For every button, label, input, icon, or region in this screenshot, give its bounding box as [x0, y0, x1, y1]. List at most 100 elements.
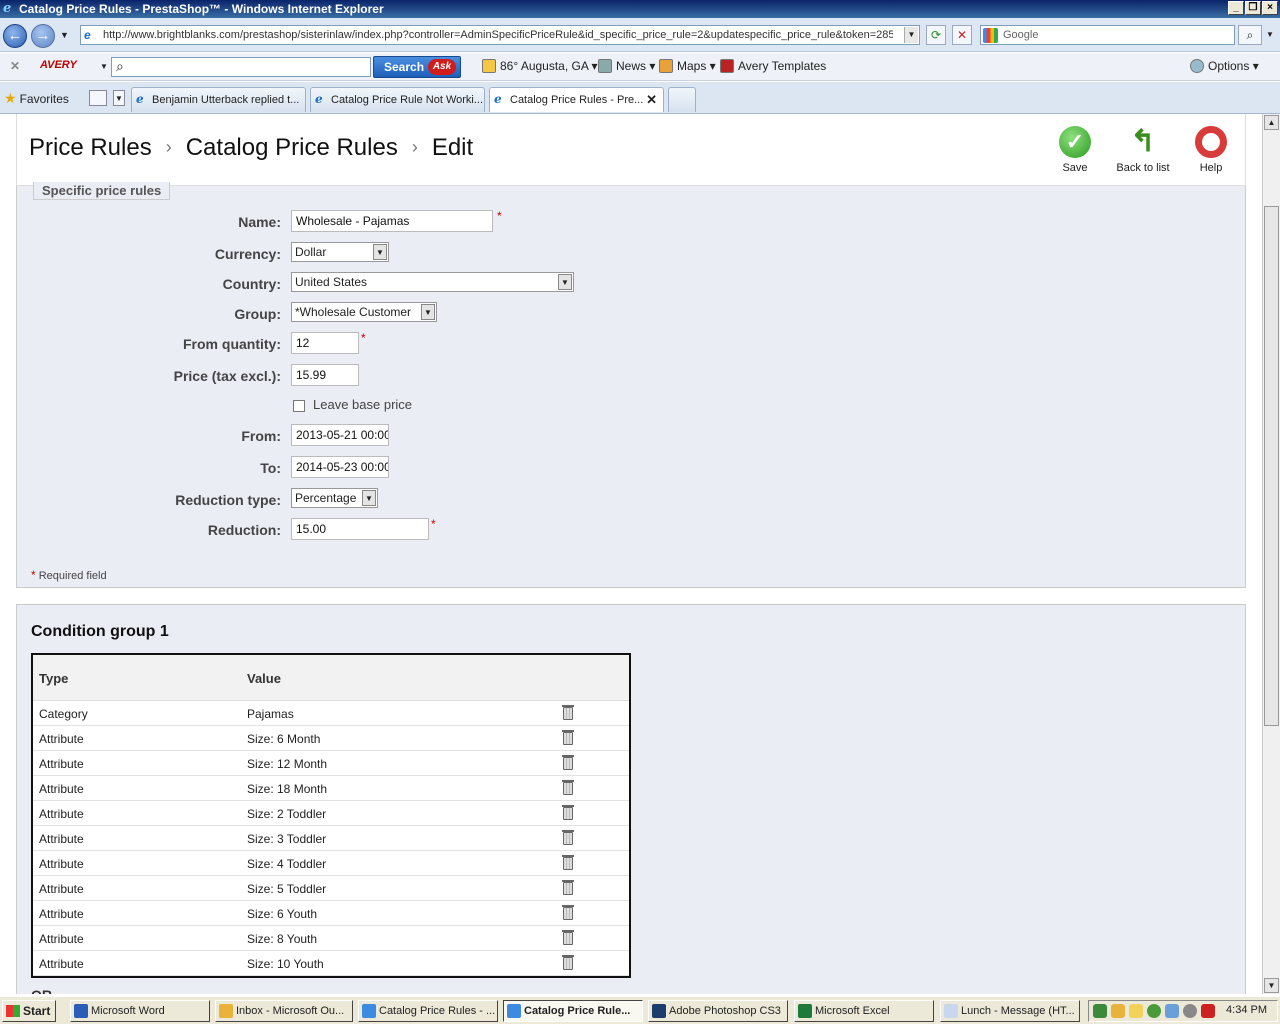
- favorites-button[interactable]: ★ Favorites: [4, 90, 69, 107]
- reduction-label: Reduction:: [207, 522, 281, 538]
- maps-button[interactable]: Maps ▾: [659, 59, 716, 73]
- group-select[interactable]: *Wholesale Customer ▼: [291, 302, 437, 322]
- price-field[interactable]: 15.99: [291, 364, 359, 386]
- trash-icon[interactable]: [562, 780, 574, 795]
- avery-logo[interactable]: AVERY: [40, 59, 77, 71]
- required-marker: *: [361, 331, 366, 345]
- tab-catalog-price-rules[interactable]: e Catalog Price Rules - Pre... ✕: [489, 87, 664, 112]
- weather-label: 86° Augusta, GA: [500, 59, 589, 73]
- weather-button[interactable]: 86° Augusta, GA ▾: [482, 59, 598, 73]
- trash-icon[interactable]: [562, 880, 574, 895]
- quick-tabs-icon[interactable]: [89, 90, 107, 106]
- tab-list-dropdown-icon[interactable]: ▼: [113, 90, 125, 106]
- currency-select[interactable]: Dollar ▼: [291, 242, 389, 262]
- address-input[interactable]: e http://www.brightblanks.com/prestashop…: [80, 25, 920, 45]
- address-dropdown-icon[interactable]: ▼: [904, 27, 918, 43]
- tab-label: Benjamin Utterback replied t...: [152, 94, 300, 106]
- page-ie-icon: e: [84, 28, 91, 42]
- trash-icon[interactable]: [562, 805, 574, 820]
- trash-icon[interactable]: [562, 830, 574, 845]
- minimize-button[interactable]: _: [1228, 1, 1244, 15]
- from-date-field[interactable]: 2013-05-21 00:00:00: [291, 424, 389, 446]
- tray-sync-icon[interactable]: [1165, 1004, 1179, 1018]
- checkmark-icon: ✓: [1059, 126, 1091, 158]
- reduction-field[interactable]: 15.00: [291, 518, 429, 540]
- page-content: Price Rules › Catalog Price Rules › Edit ✓ S…: [0, 114, 1262, 994]
- task-ie-catalog-rules[interactable]: Catalog Price Rules - ...: [358, 1000, 498, 1022]
- web-search-input[interactable]: Google: [980, 25, 1235, 45]
- tray-network-icon[interactable]: [1093, 1004, 1107, 1018]
- task-photoshop[interactable]: Adobe Photoshop CS3: [648, 1000, 788, 1022]
- tab-ie-icon: e: [136, 92, 144, 106]
- vertical-scrollbar[interactable]: ▲ ▼: [1262, 114, 1280, 994]
- trash-icon[interactable]: [562, 855, 574, 870]
- tray-chrome-icon[interactable]: [1147, 1004, 1161, 1018]
- start-button[interactable]: Start: [2, 1000, 56, 1022]
- task-label: Lunch - Message (HT...: [961, 1005, 1075, 1017]
- options-button[interactable]: Options ▾: [1190, 59, 1259, 73]
- back-to-list-button[interactable]: ↰ Back to list: [1113, 126, 1173, 175]
- leave-base-price-checkbox[interactable]: [293, 400, 305, 412]
- maximize-button[interactable]: ❐: [1245, 1, 1261, 15]
- stop-icon[interactable]: ✕: [952, 25, 972, 45]
- tab-benjamin[interactable]: e Benjamin Utterback replied t...: [131, 87, 306, 112]
- scroll-down-icon[interactable]: ▼: [1264, 978, 1279, 993]
- task-lunch-message[interactable]: Lunch - Message (HT...: [940, 1000, 1080, 1022]
- close-tab-icon[interactable]: ✕: [646, 88, 657, 112]
- reduction-row: Reduction: 15.00 *: [17, 517, 1017, 542]
- back-button[interactable]: ←: [3, 24, 27, 48]
- trash-icon[interactable]: [562, 755, 574, 770]
- tray-volume-icon[interactable]: [1183, 1004, 1197, 1018]
- address-toolbar: ← → ▼ e http://www.brightblanks.com/pres…: [0, 18, 1280, 52]
- tray-outlook-icon[interactable]: [1111, 1004, 1125, 1018]
- scroll-up-icon[interactable]: ▲: [1264, 115, 1279, 130]
- tray-adobe-icon[interactable]: [1201, 1004, 1215, 1018]
- to-date-field[interactable]: 2014-05-23 00:00:00: [291, 456, 389, 478]
- to-date-label: To:: [260, 460, 281, 476]
- close-window-button[interactable]: ×: [1262, 1, 1278, 15]
- reduction-type-select[interactable]: Percentage ▼: [291, 488, 378, 508]
- from-quantity-field[interactable]: 12: [291, 332, 359, 354]
- ask-search-button[interactable]: Search Ask: [373, 56, 461, 78]
- new-tab-button[interactable]: [668, 87, 696, 112]
- breadcrumb-catalog-price-rules[interactable]: Catalog Price Rules: [186, 134, 398, 161]
- table-row: Attribute Size: 8 Youth: [33, 926, 629, 951]
- breadcrumb-price-rules[interactable]: Price Rules: [29, 134, 152, 161]
- help-button[interactable]: Help: [1191, 126, 1231, 174]
- trash-icon[interactable]: [562, 905, 574, 920]
- name-field[interactable]: Wholesale - Pajamas: [291, 210, 493, 232]
- search-options-icon[interactable]: ▼: [1266, 30, 1274, 39]
- avery-templates-button[interactable]: Avery Templates: [720, 59, 826, 73]
- forward-button[interactable]: →: [31, 24, 55, 48]
- news-button[interactable]: News ▾: [598, 59, 655, 73]
- trash-icon[interactable]: [562, 705, 574, 720]
- to-date-row: To: 2014-05-23 00:00:00: [17, 456, 1017, 480]
- refresh-icon[interactable]: ⟳: [926, 25, 946, 45]
- task-microsoft-word[interactable]: Microsoft Word: [70, 1000, 210, 1022]
- task-microsoft-excel[interactable]: Microsoft Excel: [794, 1000, 934, 1022]
- url-text: http://www.brightblanks.com/prestashop/s…: [103, 29, 893, 41]
- google-icon: [983, 28, 998, 43]
- trash-icon[interactable]: [562, 955, 574, 970]
- scroll-thumb[interactable]: [1264, 206, 1279, 726]
- task-ie-catalog-rule-active[interactable]: Catalog Price Rule...: [503, 1000, 643, 1022]
- country-select[interactable]: United States ▼: [291, 272, 574, 292]
- task-outlook-inbox[interactable]: Inbox - Microsoft Ou...: [215, 1000, 353, 1022]
- avery-dropdown-icon[interactable]: ▼: [100, 62, 108, 71]
- task-label: Microsoft Word: [91, 1005, 165, 1017]
- toolbar-close-icon[interactable]: ✕: [10, 59, 20, 73]
- save-button[interactable]: ✓ Save: [1053, 126, 1097, 174]
- trash-icon[interactable]: [562, 730, 574, 745]
- table-row: Attribute Size: 6 Youth: [33, 901, 629, 926]
- tray-shield-icon[interactable]: [1129, 1004, 1143, 1018]
- trash-icon[interactable]: [562, 930, 574, 945]
- currency-row: Currency: Dollar ▼: [17, 242, 1017, 266]
- group-row: Group: *Wholesale Customer ▼: [17, 302, 1017, 326]
- tab-catalog-rule-not-working[interactable]: e Catalog Price Rule Not Worki...: [310, 87, 485, 112]
- search-go-icon[interactable]: ⌕: [1238, 25, 1262, 45]
- condition-type: Attribute: [39, 857, 84, 871]
- chevron-down-icon: ▼: [558, 274, 572, 290]
- ask-search-input[interactable]: ⌕: [111, 57, 371, 77]
- history-dropdown-icon[interactable]: ▼: [60, 30, 69, 40]
- back-to-list-label: Back to list: [1116, 162, 1170, 174]
